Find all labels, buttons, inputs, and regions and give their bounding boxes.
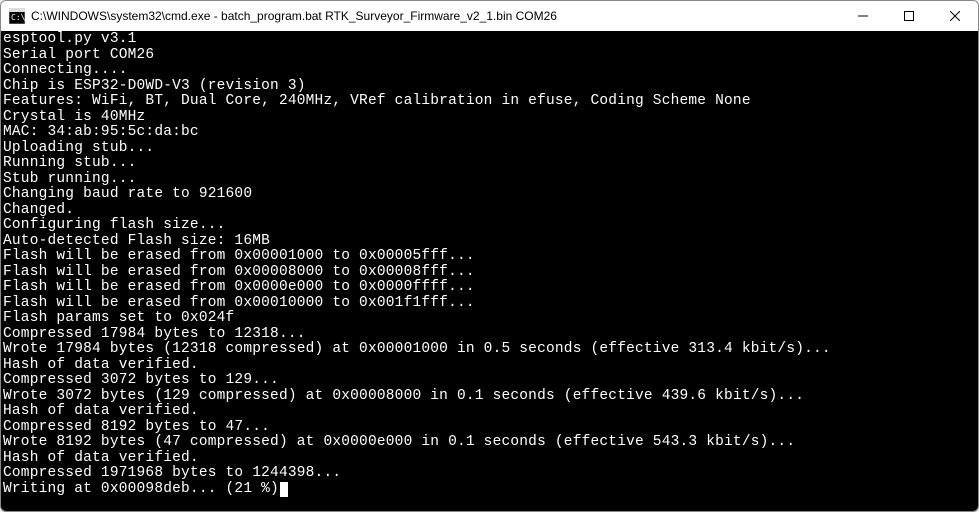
console-line: Chip is ESP32-D0WD-V3 (revision 3) bbox=[3, 79, 976, 95]
console-output[interactable]: esptool.py v3.1Serial port COM26Connecti… bbox=[1, 31, 978, 511]
console-line: Changing baud rate to 921600 bbox=[3, 187, 976, 203]
console-line: Hash of data verified. bbox=[3, 404, 976, 420]
command-prompt-window: C:\ C:\WINDOWS\system32\cmd.exe - batch_… bbox=[0, 0, 979, 512]
console-line: Flash will be erased from 0x00008000 to … bbox=[3, 265, 976, 281]
console-line: Wrote 17984 bytes (12318 compressed) at … bbox=[3, 342, 976, 358]
console-line: Flash will be erased from 0x0000e000 to … bbox=[3, 280, 976, 296]
console-line: Flash will be erased from 0x00001000 to … bbox=[3, 249, 976, 265]
console-line: Hash of data verified. bbox=[3, 358, 976, 374]
console-line: esptool.py v3.1 bbox=[3, 32, 976, 48]
console-line: Configuring flash size... bbox=[3, 218, 976, 234]
console-line: Compressed 3072 bytes to 129... bbox=[3, 373, 976, 389]
window-controls bbox=[840, 1, 978, 31]
console-line: Writing at 0x00098deb... (21 %) bbox=[3, 482, 976, 498]
console-line: Connecting.... bbox=[3, 63, 976, 79]
console-line: Compressed 1971968 bytes to 1244398... bbox=[3, 466, 976, 482]
close-button[interactable] bbox=[932, 1, 978, 31]
console-line: Stub running... bbox=[3, 172, 976, 188]
console-line: Flash will be erased from 0x00010000 to … bbox=[3, 296, 976, 312]
maximize-button[interactable] bbox=[886, 1, 932, 31]
console-line: Crystal is 40MHz bbox=[3, 110, 976, 126]
console-line: Serial port COM26 bbox=[3, 48, 976, 64]
svg-text:C:\: C:\ bbox=[11, 13, 25, 22]
cmd-icon: C:\ bbox=[9, 8, 25, 24]
console-line: Features: WiFi, BT, Dual Core, 240MHz, V… bbox=[3, 94, 976, 110]
console-line: Hash of data verified. bbox=[3, 451, 976, 467]
console-line: Flash params set to 0x024f bbox=[3, 311, 976, 327]
minimize-button[interactable] bbox=[840, 1, 886, 31]
console-line: Changed. bbox=[3, 203, 976, 219]
console-line: Running stub... bbox=[3, 156, 976, 172]
window-title: C:\WINDOWS\system32\cmd.exe - batch_prog… bbox=[31, 9, 840, 23]
cursor bbox=[280, 482, 288, 497]
console-line: MAC: 34:ab:95:5c:da:bc bbox=[3, 125, 976, 141]
titlebar: C:\ C:\WINDOWS\system32\cmd.exe - batch_… bbox=[1, 1, 978, 31]
console-line: Wrote 3072 bytes (129 compressed) at 0x0… bbox=[3, 389, 976, 405]
console-line: Uploading stub... bbox=[3, 141, 976, 157]
console-line: Auto-detected Flash size: 16MB bbox=[3, 234, 976, 250]
console-line: Compressed 8192 bytes to 47... bbox=[3, 420, 976, 436]
console-line: Compressed 17984 bytes to 12318... bbox=[3, 327, 976, 343]
console-line: Wrote 8192 bytes (47 compressed) at 0x00… bbox=[3, 435, 976, 451]
